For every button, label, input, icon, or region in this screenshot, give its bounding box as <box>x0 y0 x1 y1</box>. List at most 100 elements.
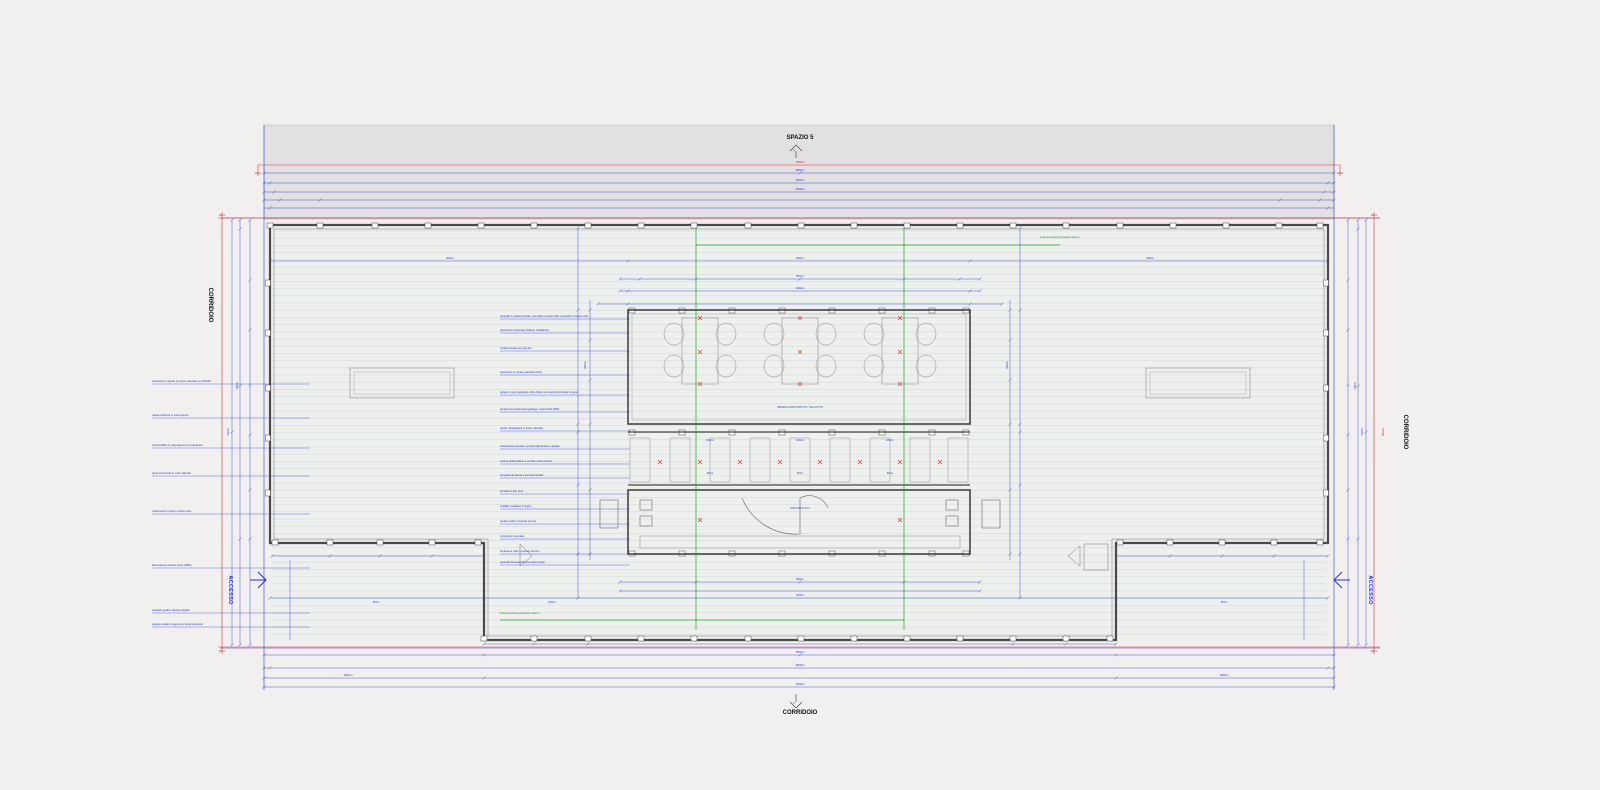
dim-bottom-left: 1820cm <box>343 673 352 677</box>
wall-column <box>797 222 805 229</box>
notes-far-left-column: pavimento in tavole di rovere naturale c… <box>152 379 211 626</box>
wall-column <box>903 635 911 642</box>
dim-inner-2: 1630cm <box>795 187 804 191</box>
wall-column <box>1116 539 1124 546</box>
dim-margin-br: 20cm <box>1371 649 1377 653</box>
dim-table-gap-1: 100cm <box>706 438 714 442</box>
note-label: parete in vetro pannello a filo Abitat c… <box>500 390 579 394</box>
dim-margin-mr: 20cm <box>1371 213 1377 217</box>
wall-column <box>530 635 538 642</box>
wall-column <box>1062 222 1070 229</box>
wall-column <box>1275 222 1283 229</box>
dim-right-span: 420cm <box>1146 256 1154 260</box>
wall-column <box>584 222 592 229</box>
note-label: lampade da tavolo a led dimmerabili <box>500 473 543 477</box>
wall-column <box>690 635 698 642</box>
dim-height-right: 792cm <box>1360 428 1364 436</box>
wall-column <box>637 635 645 642</box>
dim-stand-depth-right: 330cm <box>1005 361 1009 369</box>
note-label-far-left: pavimento in tavole di rovere naturale c… <box>152 379 211 383</box>
wall-column <box>1323 279 1329 287</box>
note-label-far-left: controsoffitto in cartongesso con farett… <box>152 443 203 447</box>
note-label-far-left: pannello grafico stampa digitale <box>152 608 190 612</box>
wall-column <box>371 222 379 229</box>
label-room-lower: RIPOSTIGLIO <box>790 506 810 510</box>
dim-stand-width: 560cm <box>796 274 804 278</box>
label-room-center: SPAZIO ESPOSITIVO / SALOTTO <box>777 405 824 409</box>
note-label-far-left: rivestimento in legno colore noce <box>152 509 192 513</box>
wall-column <box>1009 635 1017 642</box>
dim-overall: 1690cm <box>795 168 804 172</box>
label-corridoio-right: CORRIDOIO <box>1402 415 1408 450</box>
wall-column <box>477 222 485 229</box>
label-spazio-5: SPAZIO 5 <box>787 135 815 141</box>
dim-center-span: 560cm <box>796 256 804 260</box>
label-corridoio-bottom: CORRIDOIO <box>783 710 818 716</box>
dim-height-right-inner: 748cm <box>1353 382 1357 390</box>
dim-inner: 1660cm <box>795 178 804 182</box>
wall-column <box>530 222 538 229</box>
dim-margin-tl: 20cm <box>255 171 261 175</box>
wall-column <box>1222 222 1230 229</box>
dim-table-gap-2: 100cm <box>796 438 804 442</box>
note-label: rivestimento acustico per pannelli divis… <box>500 444 560 448</box>
dim-stand-bottom: 560cm <box>796 577 804 581</box>
label-accesso-left: ACCESSO <box>227 575 233 605</box>
wall-column <box>1323 434 1329 442</box>
wall-column <box>1323 329 1329 337</box>
dim-left-span: 420cm <box>446 256 454 260</box>
wall-column <box>690 222 698 229</box>
note-label-far-left: porta scorrevole in vetro satinato <box>152 471 191 475</box>
label-corridoio-left: CORRIDOIO <box>207 288 213 323</box>
wall-column <box>265 434 271 442</box>
dim-table-gap-3: 100cm <box>886 438 894 442</box>
wall-column <box>744 635 752 642</box>
dim-bottom-inner: 1660cm <box>795 663 804 667</box>
label-accesso-right: ACCESSO <box>1367 575 1373 605</box>
wall-column <box>1169 222 1177 229</box>
wall-column <box>797 635 805 642</box>
wall-column <box>428 539 436 546</box>
wall-column <box>850 222 858 229</box>
dim-overall-red: 1690cm <box>795 160 804 164</box>
wall-column <box>474 539 482 546</box>
note-label: mobile pensile con luci led <box>500 346 532 350</box>
dim-height-inner: 748cm <box>235 382 239 390</box>
note-label: tavolo rettangolare in legno naturale <box>500 426 543 430</box>
wall-column <box>326 539 334 546</box>
note-label: pavimento in Ecoway (finiture metalliche… <box>500 328 549 332</box>
note-label: seduta polipropilene e acciaio colore bi… <box>500 459 553 463</box>
dim-margin-tr: 20cm <box>1337 171 1343 175</box>
wall-column <box>265 489 271 497</box>
section-marker-bottom: A <box>793 701 795 705</box>
dim-stand-inner: 520cm <box>796 286 804 290</box>
section-marker-top: A <box>793 148 795 152</box>
dim-module-c: 60cm <box>887 471 893 475</box>
wall-column <box>480 635 488 642</box>
dim-bottom-right: 1690cm <box>1219 673 1228 677</box>
dim-height-total: 792cm <box>226 428 230 436</box>
wall-column <box>903 222 911 229</box>
note-label: tenda a rullo in tessuto tecnico <box>500 519 537 523</box>
wall-column <box>1323 489 1329 497</box>
wall-column <box>265 279 271 287</box>
wall-column <box>584 635 592 642</box>
wall-column <box>637 222 645 229</box>
wall-column <box>271 539 279 546</box>
note-green-bottom: linea di sezione prospetto interno <box>500 611 540 615</box>
wall-column <box>1116 222 1124 229</box>
note-label-far-left: parete a telaio in legno con tamponament… <box>152 622 203 626</box>
wall-column <box>1062 635 1070 642</box>
drawing-viewer[interactable]: A A SPAZIO 5 CORRIDOIO CORRIDOIO CORRIDO… <box>0 0 1600 790</box>
note-label: scaffale modulare in legno <box>500 504 532 508</box>
dim-height-red: 800cm <box>1381 428 1385 436</box>
wall-column <box>956 635 964 642</box>
wall-column <box>1316 539 1324 546</box>
dim-stand-bottom-2: 520cm <box>796 593 804 597</box>
wall-column <box>265 329 271 337</box>
note-label: pannello fonoassorbente colore grigio <box>500 560 545 564</box>
dim-lower-left: 120cm <box>548 600 556 604</box>
dim-module-a: 60cm <box>707 471 713 475</box>
dim-margin-ml: 20cm <box>219 213 225 217</box>
dim-module-b: 60cm <box>797 471 803 475</box>
